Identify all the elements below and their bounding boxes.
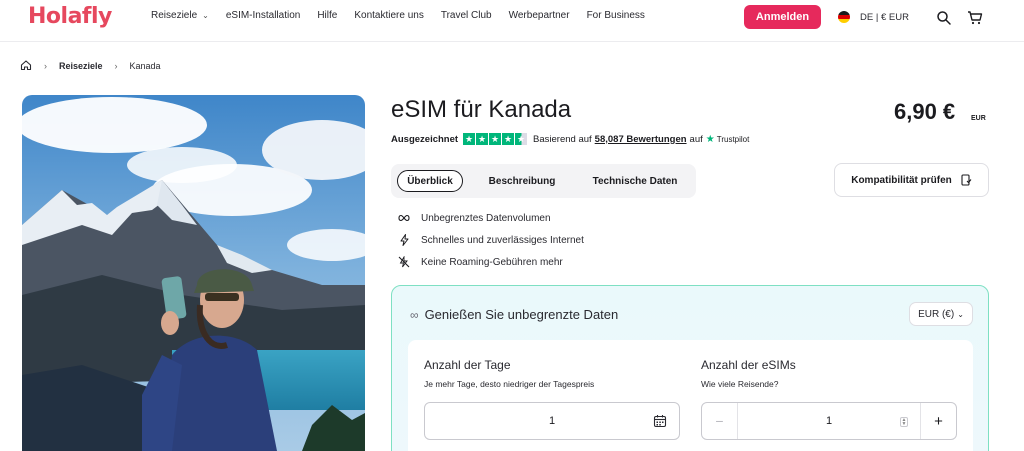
tab-beschreibung[interactable]: Beschreibung — [477, 170, 567, 192]
chevron-down-icon: ⌄ — [957, 309, 964, 319]
nav-hilfe[interactable]: Hilfe — [317, 10, 337, 21]
trustpilot-label: Trustpilot — [716, 134, 750, 144]
plan-options-card: Anzahl der Tage Je mehr Tage, desto nied… — [408, 340, 973, 451]
search-icon[interactable] — [936, 10, 952, 26]
compatibility-label: Kompatibilität prüfen — [851, 174, 952, 186]
home-icon[interactable] — [20, 59, 32, 73]
nav-kontakt[interactable]: Kontaktiere uns — [354, 10, 424, 21]
login-button[interactable]: Anmelden — [744, 5, 821, 29]
nav-werbepartner[interactable]: Werbepartner — [509, 10, 570, 21]
nav-for-business[interactable]: For Business — [587, 10, 645, 21]
product-title: eSIM für Kanada — [391, 96, 572, 123]
calendar-icon[interactable] — [653, 414, 667, 433]
feature-fast-internet: Schnelles und zuverlässiges Internet — [398, 234, 584, 246]
decrement-button[interactable]: − — [702, 403, 738, 439]
esims-subtitle: Wie viele Reisende? — [701, 379, 779, 389]
days-input[interactable]: 1 — [424, 402, 680, 440]
plan-title-label: Genießen Sie unbegrenzte Daten — [424, 307, 619, 322]
trustpilot-star-icon: ★ — [705, 133, 715, 145]
esims-value[interactable]: 1 — [738, 415, 920, 427]
half-star-icon: ★ — [515, 133, 528, 145]
days-value: 1 — [548, 415, 556, 427]
star-icon: ★ — [489, 133, 502, 145]
currency-select-value: EUR (€) — [918, 308, 955, 320]
trustpilot-logo[interactable]: ★ Trustpilot — [706, 134, 750, 145]
esims-title: Anzahl der eSIMs — [701, 358, 796, 372]
price-currency: EUR — [971, 115, 986, 122]
reviews-link[interactable]: 58,087 Bewertungen — [595, 134, 687, 145]
tab-ueberblick[interactable]: Überblick — [397, 170, 463, 192]
breadcrumb: › Reiseziele › Kanada — [20, 59, 161, 73]
star-icon: ★ — [476, 133, 489, 145]
nav-esim-installation[interactable]: eSIM-Installation — [226, 10, 300, 21]
product-price: 6,90 € — [894, 99, 956, 124]
feature-label: Schnelles und zuverlässiges Internet — [421, 234, 584, 246]
plan-title: ∞ Genießen Sie unbegrenzte Daten — [410, 307, 618, 322]
rating-label: Ausgezeichnet — [391, 133, 459, 145]
currency-select[interactable]: EUR (€) ⌄ — [909, 302, 973, 326]
holafly-logo[interactable]: Holafly — [28, 4, 112, 29]
increment-button[interactable]: + — [920, 403, 956, 439]
days-subtitle: Je mehr Tage, desto niedriger der Tagesp… — [424, 379, 595, 389]
feature-no-roaming: Keine Roaming-Gebühren mehr — [398, 256, 563, 268]
breadcrumb-separator: › — [114, 61, 118, 71]
phone-check-icon — [961, 174, 972, 186]
spinner-arrows-icon[interactable]: ▲ ▼ — [900, 417, 908, 427]
tab-technische-daten[interactable]: Technische Daten — [579, 170, 691, 192]
esims-quantity-stepper[interactable]: − 1 ▲ ▼ + — [701, 402, 957, 440]
product-hero-image — [22, 95, 365, 451]
plan-configurator: ∞ Genießen Sie unbegrenzte Daten EUR (€)… — [391, 285, 989, 451]
cart-icon[interactable] — [967, 10, 983, 26]
star-icon: ★ — [502, 133, 515, 145]
feature-unlimited-data: Unbegrenztes Datenvolumen — [398, 212, 551, 224]
language-currency-label: DE | € EUR — [860, 11, 909, 23]
compatibility-check-button[interactable]: Kompatibilität prüfen — [834, 163, 989, 197]
review-prefix: Basierend auf — [533, 133, 592, 145]
no-roaming-icon — [398, 256, 410, 268]
breadcrumb-reiseziele[interactable]: Reiseziele — [59, 61, 103, 71]
star-icon: ★ — [463, 133, 476, 145]
breadcrumb-separator: › — [44, 61, 47, 71]
feature-label: Keine Roaming-Gebühren mehr — [421, 256, 563, 268]
product-tabs: Überblick Beschreibung Technische Daten — [391, 164, 696, 198]
chevron-down-icon: ⌄ — [202, 11, 209, 20]
infinity-icon — [398, 212, 410, 224]
bolt-icon — [398, 234, 410, 246]
top-header: Holafly Reiseziele ⌄ eSIM-Installation Hi… — [0, 0, 1024, 42]
main-nav: Reiseziele ⌄ eSIM-Installation Hilfe Kont… — [151, 10, 662, 21]
language-currency-selector[interactable]: DE | € EUR — [838, 11, 909, 23]
trustpilot-rating: Ausgezeichnet ★ ★ ★ ★ ★ Basierend auf 58… — [391, 133, 749, 145]
review-suffix: auf — [689, 133, 703, 145]
german-flag-icon — [838, 11, 850, 23]
breadcrumb-kanada: Kanada — [129, 61, 161, 71]
nav-reiseziele[interactable]: Reiseziele ⌄ — [151, 10, 209, 21]
nav-travel-club[interactable]: Travel Club — [441, 10, 492, 21]
days-title: Anzahl der Tage — [424, 358, 511, 372]
infinity-icon: ∞ — [410, 307, 419, 322]
nav-reiseziele-label: Reiseziele — [151, 10, 198, 21]
rating-stars: ★ ★ ★ ★ ★ — [463, 133, 528, 145]
feature-label: Unbegrenztes Datenvolumen — [421, 212, 551, 224]
